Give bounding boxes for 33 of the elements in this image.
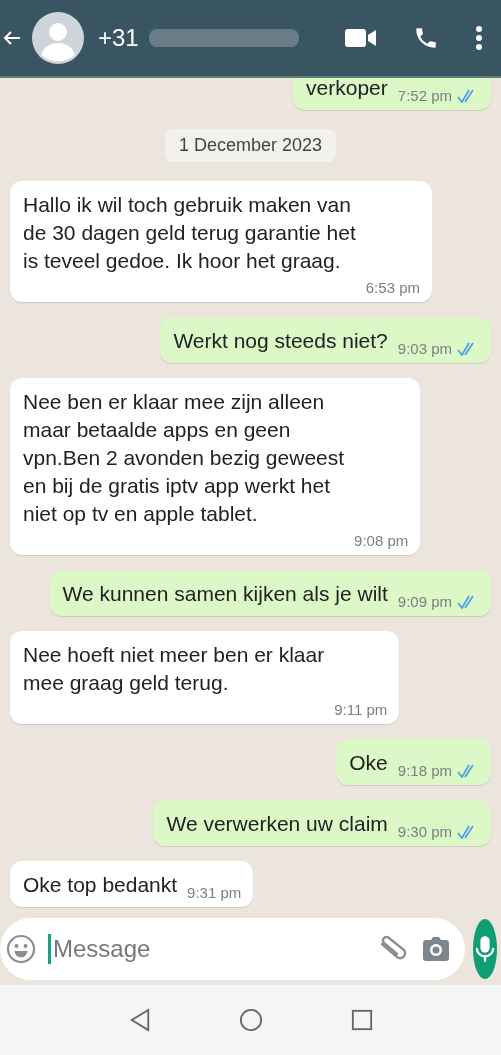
microphone-icon bbox=[474, 935, 496, 963]
message-input[interactable]: Message bbox=[48, 934, 365, 964]
avatar-icon[interactable] bbox=[32, 12, 84, 64]
video-call-icon[interactable] bbox=[345, 27, 377, 49]
emoji-icon[interactable] bbox=[6, 934, 36, 964]
camera-icon[interactable] bbox=[421, 936, 451, 962]
message-text: Oke top bedankt bbox=[23, 872, 178, 898]
phone-icon[interactable] bbox=[413, 25, 439, 51]
date-chip: 1 December 2023 bbox=[164, 129, 337, 162]
message-time: 9:30 pm bbox=[397, 823, 452, 840]
message-text: Nee ben er klaar mee zijn alleen maar betaalde apps en geen vpn.Ben 2 avonden bezig geweest en bij de gratis iptv app werkt het niet op tv en apple tablet. bbox=[23, 389, 345, 527]
message-text: verkoper bbox=[306, 78, 388, 101]
message-time: 6:53 pm bbox=[365, 279, 420, 296]
home-nav-icon[interactable] bbox=[238, 1008, 263, 1032]
message-field[interactable]: Message bbox=[0, 918, 465, 980]
message-text: Werkt nog steeds niet? bbox=[173, 328, 388, 354]
message-time: 9:09 pm bbox=[397, 593, 452, 610]
message-time: 9:18 pm bbox=[397, 762, 452, 779]
more-options-icon[interactable] bbox=[475, 25, 483, 51]
message-time: 9:31 pm bbox=[187, 884, 242, 901]
message-time: 9:11 pm bbox=[334, 701, 388, 718]
back-nav-icon[interactable] bbox=[128, 1008, 151, 1032]
message-time: 9:08 pm bbox=[354, 532, 409, 549]
message-text: We kunnen samen kijken als je wilt bbox=[62, 581, 388, 607]
microphone-button[interactable] bbox=[473, 919, 497, 979]
message-text: Nee hoeft niet meer ben er klaar mee graag geld terug. bbox=[23, 642, 325, 696]
message-time: 7:52 pm bbox=[397, 87, 452, 104]
message-text: Hallo ik wil toch gebruik maken van de 30 dagen geld terug garantie het is teveel gedoe. Ik hoor het graag. bbox=[23, 192, 356, 274]
message-text: We verwerken uw claim bbox=[166, 811, 388, 837]
recents-nav-icon[interactable] bbox=[350, 1009, 373, 1031]
message-text: Oke bbox=[349, 750, 388, 776]
contact-name[interactable]: +31 bbox=[98, 24, 139, 52]
message-time: 9:03 pm bbox=[397, 340, 452, 357]
